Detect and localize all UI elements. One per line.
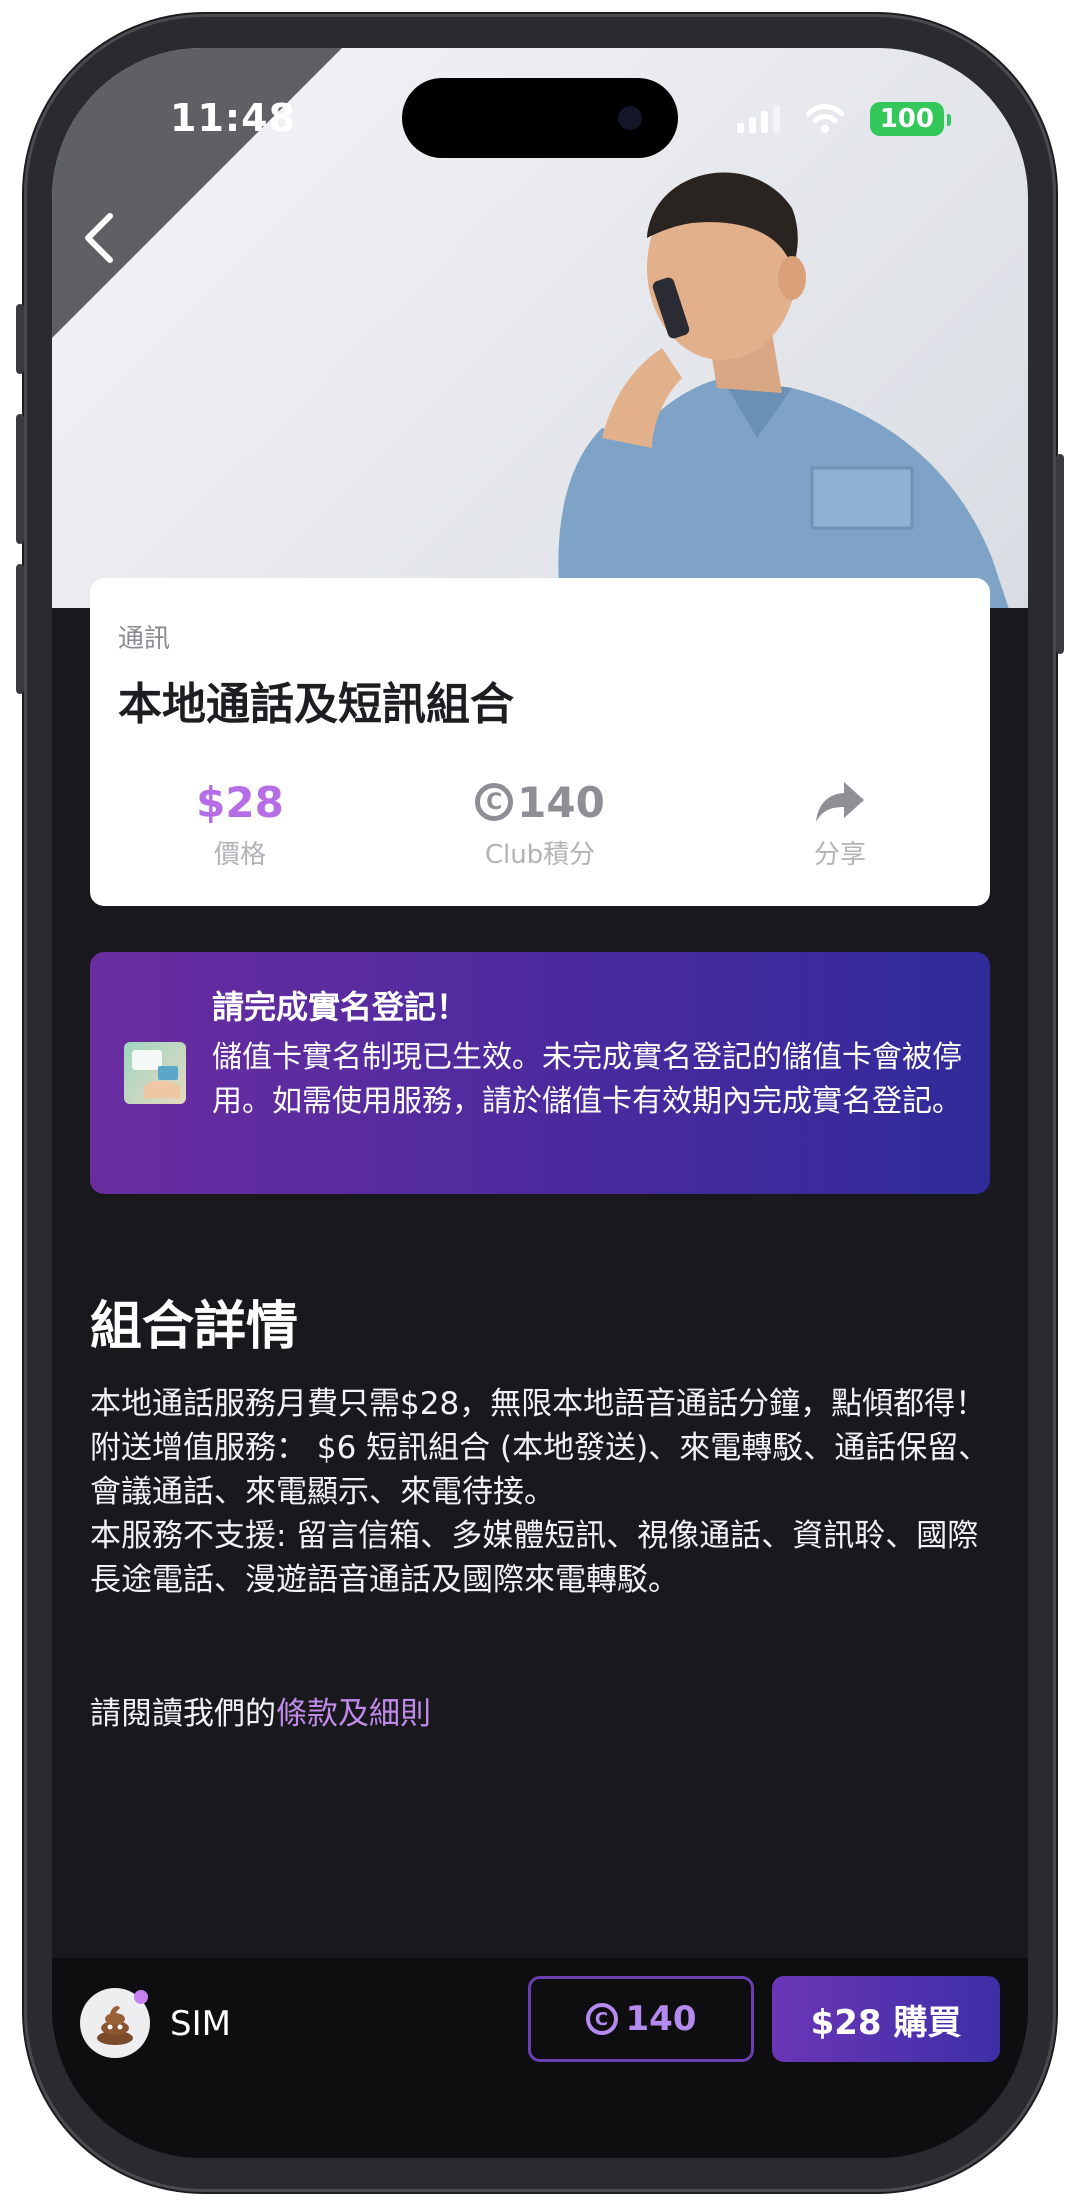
terms-prefix: 請閱讀我們的 [90,1696,276,1732]
side-button [16,304,24,374]
product-title: 本地通話及短訊組合 [118,679,514,730]
cellular-signal-icon [736,105,780,133]
real-name-registration-banner[interactable]: 請完成實名登記！ 儲值卡實名制現已生效。未完成實名登記的儲值卡會被停用。如需使用… [90,952,990,1194]
product-category: 通訊 [118,624,171,654]
poop-emoji-icon [97,2006,133,2045]
share-label: 分享 [813,840,866,870]
wifi-icon [805,104,844,133]
bottom-action-bar: SIM C 140 $28 購買 [52,1958,1028,2158]
back-button[interactable] [70,208,130,268]
battery-icon: 100 [869,102,952,136]
price-value: $28 [196,777,284,827]
status-indicators: 100 [736,102,952,136]
club-points-stat: C 140 Club積分 [440,774,640,871]
buy-button[interactable]: $28 購買 [772,1976,1000,2062]
details-line: 本地通話服務月費只需$28，無限本地語音通話分鐘，點傾都得！ [90,1386,987,1422]
dynamic-island [402,78,678,158]
price-stat: $28 價格 [140,774,340,871]
avatar[interactable] [80,1988,150,2058]
app-screen: 11:48 100 通訊 本地通話及短訊組合 $28 價格 C 140 Club… [52,48,1028,2158]
details-line: 附送增值服務： $6 短訊組合 (本地發送)、來電轉駁、通話保留、會議通話、來電… [90,1430,990,1510]
terms-row: 請閱讀我們的條款及細則 [90,1688,431,1733]
details-heading: 組合詳情 [90,1297,299,1357]
notice-title: 請完成實名登記！ [212,988,469,1026]
share-button[interactable]: 分享 [740,774,940,871]
club-points-value: 140 [517,777,605,827]
price-label: 價格 [213,840,266,870]
side-button [16,414,24,544]
share-arrow-icon [816,782,864,822]
product-card: 通訊 本地通話及短訊組合 $28 價格 C 140 Club積分 分享 [90,578,990,906]
share-icon-row [740,774,940,830]
camera-icon [618,106,642,130]
chevron-left-icon [85,213,113,263]
hero-image: 11:48 100 [52,48,1028,608]
side-button [1056,454,1064,654]
club-points-icon: C [585,2003,618,2035]
notice-body: 儲值卡實名制現已生效。未完成實名登記的儲值卡會被停用。如需使用服務，請於儲值卡有… [212,1040,962,1119]
terms-link[interactable]: 條款及細則 [276,1696,431,1732]
club-points-button-value: 140 [625,1999,697,2039]
details-body: 本地通話服務月費只需$28，無限本地語音通話分鐘，點傾都得！ 附送增值服務： $… [90,1382,990,1602]
details-line: 本服務不支援: 留言信箱、多媒體短訊、視像通話、資訊聆、國際長途電話、漫遊語音通… [90,1518,979,1598]
side-button [16,564,24,694]
card-hand-icon [132,1050,180,1098]
hero-person-illustration [558,172,1009,608]
club-points-icon: C [475,783,514,821]
club-points-row: C 140 [440,774,640,830]
sim-label: SIM [170,2004,231,2044]
redeem-with-points-button[interactable]: C 140 [528,1976,754,2062]
registration-thumbnail-icon [124,1042,186,1104]
corner-overlay [52,48,342,338]
avatar-status-dot [134,1990,148,2004]
club-points-label: Club積分 [484,840,596,870]
status-time: 11:48 [170,96,296,140]
